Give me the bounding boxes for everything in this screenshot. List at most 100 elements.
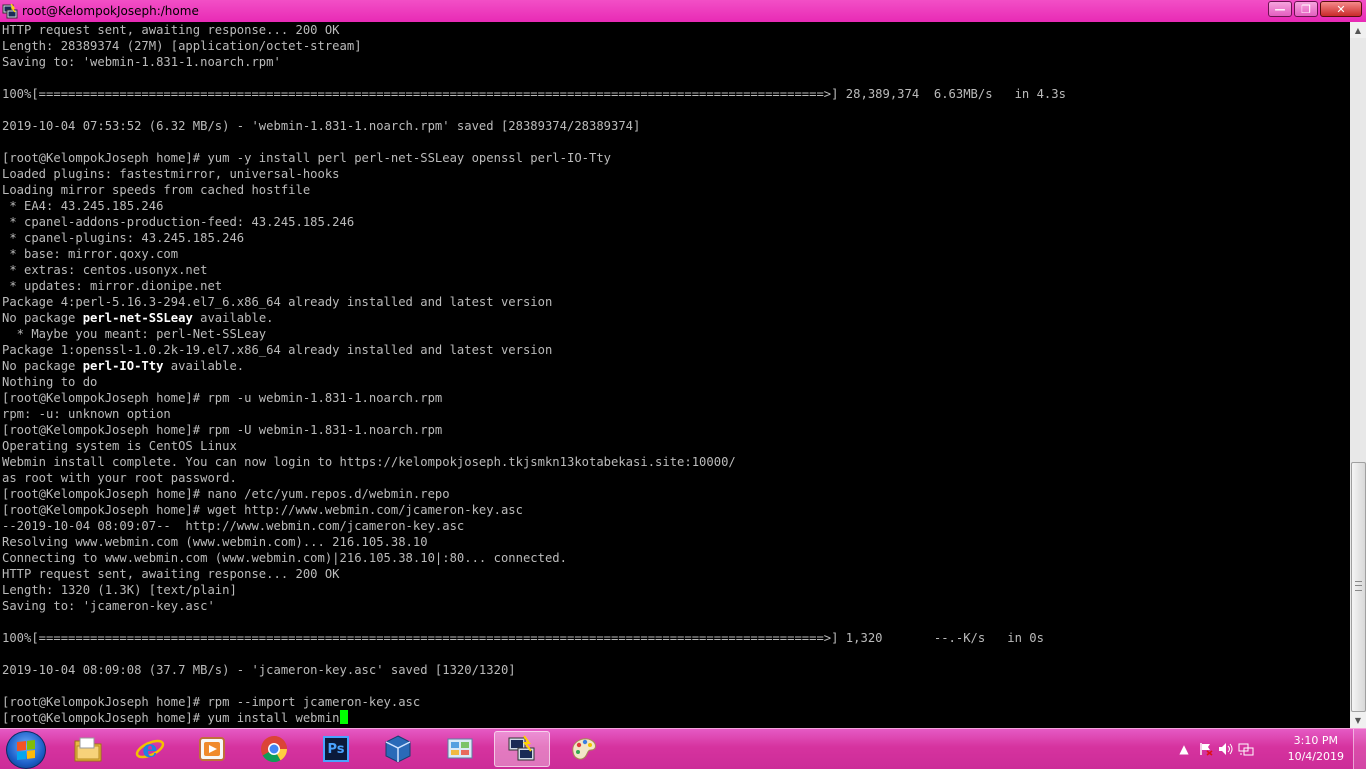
taskbar-item-control-panel[interactable] xyxy=(432,731,488,767)
terminal-output[interactable]: HTTP request sent, awaiting response... … xyxy=(0,22,1350,728)
terminal-line: * cpanel-plugins: 43.245.185.246 xyxy=(2,231,245,245)
terminal-highlight: perl-net-SSLeay xyxy=(82,311,193,325)
terminal-line: [root@KelompokJoseph home]# nano /etc/yu… xyxy=(2,487,450,501)
terminal-line: Length: 1320 (1.3K) [text/plain] xyxy=(2,583,237,597)
taskbar-item-file-explorer[interactable] xyxy=(60,731,116,767)
terminal-line: 100%[===================================… xyxy=(2,87,1066,101)
taskbar-item-virtualbox[interactable] xyxy=(370,731,426,767)
system-clock[interactable]: 3:10 PM 10/4/2019 xyxy=(1288,733,1344,765)
terminal-line: [root@KelompokJoseph home]# yum install … xyxy=(2,710,1350,726)
terminal-text: available. xyxy=(163,359,245,373)
terminal-text: available. xyxy=(192,311,274,325)
terminal-line: --2019-10-04 08:09:07-- http://www.webmi… xyxy=(2,519,465,533)
terminal-text: [root@KelompokJoseph home]# yum install … xyxy=(2,711,340,725)
terminal-line: Resolving www.webmin.com (www.webmin.com… xyxy=(2,535,428,549)
terminal-line: * Maybe you meant: perl-Net-SSLeay xyxy=(2,327,267,341)
internet-explorer-icon: e xyxy=(135,734,165,764)
maximize-icon: ❐ xyxy=(1301,2,1311,16)
terminal-line: * updates: mirror.dionipe.net xyxy=(2,279,223,293)
minimize-button[interactable]: — xyxy=(1268,1,1292,17)
terminal-line: HTTP request sent, awaiting response... … xyxy=(2,23,340,37)
terminal-text: No package xyxy=(2,311,83,325)
terminal-line: Saving to: 'jcameron-key.asc' xyxy=(2,599,215,613)
control-panel-icon xyxy=(445,734,475,764)
terminal-line: Package 4:perl-5.16.3-294.el7_6.x86_64 a… xyxy=(2,295,553,309)
terminal-line: * cpanel-addons-production-feed: 43.245.… xyxy=(2,215,355,229)
taskbar: e Ps ▲ 3:10 PM 10/4/2019 xyxy=(0,728,1366,769)
terminal-line: HTTP request sent, awaiting response... … xyxy=(2,567,340,581)
terminal-line: * EA4: 43.245.185.246 xyxy=(2,199,164,213)
show-hidden-icons-icon[interactable]: ▲ xyxy=(1176,741,1192,757)
window-title: root@KelompokJoseph:/home xyxy=(22,4,199,18)
terminal-line: [root@KelompokJoseph home]# yum -y insta… xyxy=(2,151,612,165)
maximize-button[interactable]: ❐ xyxy=(1294,1,1318,17)
terminal-line: Operating system is CentOS Linux xyxy=(2,439,237,453)
taskbar-item-photoshop[interactable]: Ps xyxy=(308,731,364,767)
show-desktop-button[interactable] xyxy=(1353,729,1366,769)
terminal-line: [root@KelompokJoseph home]# rpm -U webmi… xyxy=(2,423,443,437)
scroll-up-button[interactable]: ▲ xyxy=(1350,22,1366,38)
virtualbox-icon xyxy=(383,734,413,764)
terminal-line: Loaded plugins: fastestmirror, universal… xyxy=(2,167,340,181)
terminal-lines: HTTP request sent, awaiting response... … xyxy=(0,22,1350,726)
close-button[interactable]: ✕ xyxy=(1320,1,1362,17)
terminal-line: rpm: -u: unknown option xyxy=(2,407,171,421)
terminal-cursor xyxy=(339,710,348,724)
windows-logo-icon xyxy=(17,740,35,760)
network-icon[interactable] xyxy=(1238,741,1254,757)
scroll-down-button[interactable]: ▼ xyxy=(1350,712,1366,728)
terminal-line: [root@KelompokJoseph home]# rpm -u webmi… xyxy=(2,391,443,405)
photoshop-icon: Ps xyxy=(321,734,351,764)
terminal-line: [root@KelompokJoseph home]# wget http://… xyxy=(2,503,523,517)
action-center-flag-icon[interactable] xyxy=(1198,741,1214,757)
putty-icon xyxy=(507,734,537,764)
taskbar-item-putty[interactable] xyxy=(494,731,550,767)
start-button[interactable] xyxy=(6,731,46,769)
media-player-icon xyxy=(197,734,227,764)
clock-time: 3:10 PM xyxy=(1293,734,1338,747)
terminal-text: No package xyxy=(2,359,83,373)
terminal-line: Package 1:openssl-1.0.2k-19.el7.x86_64 a… xyxy=(2,343,553,357)
minimize-icon: — xyxy=(1274,2,1286,16)
chrome-icon xyxy=(259,734,289,764)
terminal-line: 2019-10-04 07:53:52 (6.32 MB/s) - 'webmi… xyxy=(2,119,641,133)
terminal-line: 2019-10-04 08:09:08 (37.7 MB/s) - 'jcame… xyxy=(2,663,516,677)
file-explorer-icon xyxy=(73,734,103,764)
terminal-line: Length: 28389374 (27M) [application/octe… xyxy=(2,39,362,53)
photoshop-label: Ps xyxy=(327,741,345,757)
taskbar-item-media-player[interactable] xyxy=(184,731,240,767)
terminal-line: * extras: centos.usonyx.net xyxy=(2,263,208,277)
taskbar-item-paint[interactable] xyxy=(556,731,612,767)
window-titlebar[interactable]: root@KelompokJoseph:/home — ❐ ✕ xyxy=(0,0,1366,22)
terminal-line: Saving to: 'webmin-1.831-1.noarch.rpm' xyxy=(2,55,281,69)
terminal-line: [root@KelompokJoseph home]# rpm --import… xyxy=(2,695,421,709)
terminal-highlight: perl-IO-Tty xyxy=(82,359,164,373)
grip-icon xyxy=(1355,581,1362,591)
taskbar-item-internet-explorer[interactable]: e xyxy=(122,731,178,767)
taskbar-item-chrome[interactable] xyxy=(246,731,302,767)
clock-date: 10/4/2019 xyxy=(1287,750,1344,763)
terminal-line: * base: mirror.qoxy.com xyxy=(2,247,179,261)
close-icon: ✕ xyxy=(1336,2,1346,16)
terminal-line: Loading mirror speeds from cached hostfi… xyxy=(2,183,311,197)
terminal-line: as root with your root password. xyxy=(2,471,237,485)
terminal-line: Nothing to do xyxy=(2,375,98,389)
vertical-scrollbar[interactable]: ▲ ▼ xyxy=(1350,22,1366,728)
paint-icon xyxy=(569,734,599,764)
terminal-line: Webmin install complete. You can now log… xyxy=(2,455,736,469)
system-tray: ▲ 3:10 PM 10/4/2019 xyxy=(1176,729,1366,769)
scrollbar-thumb[interactable] xyxy=(1351,462,1366,712)
svg-text:e: e xyxy=(142,734,157,763)
terminal-line: Connecting to www.webmin.com (www.webmin… xyxy=(2,551,567,565)
terminal-line: No package perl-IO-Tty available. xyxy=(2,358,1350,374)
volume-icon[interactable] xyxy=(1218,741,1234,757)
terminal-line: No package perl-net-SSLeay available. xyxy=(2,310,1350,326)
putty-app-icon[interactable] xyxy=(2,3,18,19)
terminal-line: 100%[===================================… xyxy=(2,631,1044,645)
